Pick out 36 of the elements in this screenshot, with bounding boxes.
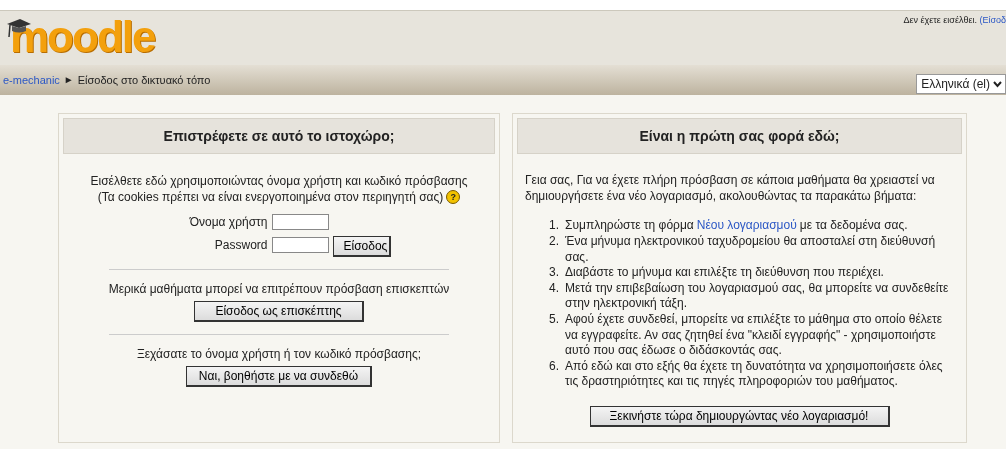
- breadcrumb-separator: ►: [63, 74, 74, 86]
- breadcrumb-link[interactable]: e-mechanic: [3, 74, 60, 86]
- login-status: Δεν έχετε εισέλθει. (Είσοδ: [903, 14, 1006, 27]
- step-text: Συμπληρώστε τη φόρμα Νέου λογαριασμού με τα δεδομένα σας.: [565, 218, 908, 234]
- signup-form-link[interactable]: Νέου λογαριασμού: [696, 218, 797, 233]
- cookies-note: (Τα cookies πρέπει να είναι ενεργοποιημένα στον περιηγητή σας): [97, 190, 444, 204]
- step-text: Αφού έχετε συνδεθεί, μπορείτε να επιλέξτε το μάθημα στο οποίο θέλετε να εγγραφείτε. Αν σας ζητηθεί ένα "κλειδί εγγραφής" - χρησιμοποιήστε αυτό που σας έδωσε ο διδάσκοντάς σας.: [565, 311, 944, 359]
- password-field[interactable]: [271, 237, 329, 253]
- caret-icon: [993, 80, 1002, 88]
- step-text: Ένα μήνυμα ηλεκτρονικού ταχυδρομείου θα αποσταλεί στη διεύθυνσή σας.: [565, 233, 937, 266]
- help-icon[interactable]: ?: [446, 190, 461, 204]
- signup-intro: Γεια σας, Για να έχετε πλήρη πρόσβαση σε κάποια μαθήματα θα χρειαστεί να δημιουργήσετε ένα νέο λογαριασμό, ακολουθώντας τα παρακάτω βήματα:: [525, 172, 936, 205]
- language-select[interactable]: Ελληνικά (el): [916, 74, 1006, 94]
- step-text: Από εδώ και στο εξής θα έχετε τη δυνατότητα να χρησιμοποιήσετε όλες τις δραστηριότητες και τις πηγές πληροφοριών του μαθήματος.: [565, 358, 944, 390]
- panel-title: Είναι η πρώτη σας φορά εδώ;: [517, 118, 962, 154]
- login-instructions: Εισέλθετε εδώ χρησιμοποιώντας όνομα χρήστη και κωδικό πρόσβασης: [90, 174, 468, 188]
- login-link[interactable]: (Είσοδ: [979, 15, 1006, 25]
- username-label: Όνομα χρήστη: [188, 215, 268, 229]
- step-number: 3.: [548, 265, 559, 281]
- create-account-button[interactable]: Ξεκινήστε τώρα δημιουργώντας νέο λογαριασμό!: [589, 405, 890, 427]
- password-label: Password: [213, 238, 268, 252]
- guest-access-note: Μερικά μαθήματα μπορεί να επιτρέπουν πρόσβαση επισκεπτών: [108, 282, 450, 296]
- forgot-password-button[interactable]: Ναι, βοηθήστε με να συνδεθώ: [185, 366, 373, 387]
- guest-login-button[interactable]: Είσοδος ως επισκέπτης: [194, 301, 364, 322]
- step-text: Μετά την επιβεβαίωση του λογαριασμού σας, θα μπορείτε να συνδεθείτε στην ηλεκτρονική τάξη.: [565, 280, 950, 312]
- login-button[interactable]: Είσοδος: [332, 236, 391, 257]
- step-number: 4.: [548, 280, 559, 297]
- step-number: 2.: [548, 233, 559, 250]
- forgot-password-note: Ξεχάσατε το όνομα χρήστη ή τον κωδικό πρόσβασης;: [136, 347, 422, 361]
- step-text: Διαβάστε το μήνυμα και επιλέξτε τη διεύθυνση που περιέχει.: [565, 265, 884, 281]
- step-number: 1.: [548, 218, 559, 234]
- panel-title: Επιστρέφετε σε αυτό το ιστοχώρο;: [63, 118, 495, 154]
- step-number: 6.: [548, 358, 559, 375]
- breadcrumb-current: Είσοδος στο δικτυακό τόπο: [77, 74, 211, 86]
- username-field[interactable]: [271, 214, 329, 230]
- step-number: 5.: [548, 311, 559, 328]
